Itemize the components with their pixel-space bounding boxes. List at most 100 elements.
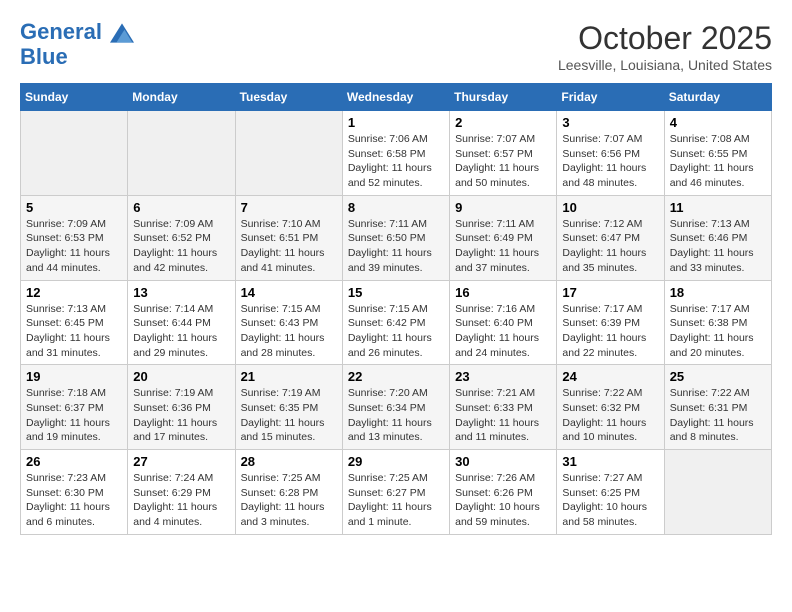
day-number: 20 — [133, 369, 229, 384]
calendar-week-3: 12 Sunrise: 7:13 AM Sunset: 6:45 PM Dayli… — [21, 280, 772, 365]
day-info: Sunrise: 7:10 AM Sunset: 6:51 PM Dayligh… — [241, 217, 337, 276]
calendar-cell — [21, 111, 128, 196]
day-info: Sunrise: 7:17 AM Sunset: 6:38 PM Dayligh… — [670, 302, 766, 361]
logo-icon — [110, 21, 134, 45]
day-info: Sunrise: 7:27 AM Sunset: 6:25 PM Dayligh… — [562, 471, 658, 530]
day-number: 3 — [562, 115, 658, 130]
day-number: 21 — [241, 369, 337, 384]
day-number: 7 — [241, 200, 337, 215]
day-number: 11 — [670, 200, 766, 215]
calendar-cell: 30 Sunrise: 7:26 AM Sunset: 6:26 PM Dayli… — [450, 450, 557, 535]
calendar-cell: 21 Sunrise: 7:19 AM Sunset: 6:35 PM Dayli… — [235, 365, 342, 450]
day-number: 30 — [455, 454, 551, 469]
calendar-cell: 18 Sunrise: 7:17 AM Sunset: 6:38 PM Dayli… — [664, 280, 771, 365]
day-info: Sunrise: 7:16 AM Sunset: 6:40 PM Dayligh… — [455, 302, 551, 361]
calendar-week-1: 1 Sunrise: 7:06 AM Sunset: 6:58 PM Daylig… — [21, 111, 772, 196]
calendar-cell: 23 Sunrise: 7:21 AM Sunset: 6:33 PM Dayli… — [450, 365, 557, 450]
day-info: Sunrise: 7:07 AM Sunset: 6:56 PM Dayligh… — [562, 132, 658, 191]
calendar-cell: 8Sunrise: 7:11 AM Sunset: 6:50 PM Daylig… — [342, 195, 449, 280]
day-number: 29 — [348, 454, 444, 469]
day-info: Sunrise: 7:12 AM Sunset: 6:47 PM Dayligh… — [562, 217, 658, 276]
calendar-cell: 15 Sunrise: 7:15 AM Sunset: 6:42 PM Dayli… — [342, 280, 449, 365]
calendar-cell: 22Sunrise: 7:20 AM Sunset: 6:34 PM Dayli… — [342, 365, 449, 450]
day-number: 1 — [348, 115, 444, 130]
logo: General Blue — [20, 20, 134, 69]
day-number: 27 — [133, 454, 229, 469]
day-info: Sunrise: 7:22 AM Sunset: 6:31 PM Dayligh… — [670, 386, 766, 445]
calendar-cell: 2 Sunrise: 7:07 AM Sunset: 6:57 PM Daylig… — [450, 111, 557, 196]
calendar-table: SundayMondayTuesdayWednesdayThursdayFrid… — [20, 83, 772, 535]
calendar-week-2: 5 Sunrise: 7:09 AM Sunset: 6:53 PM Daylig… — [21, 195, 772, 280]
day-info: Sunrise: 7:26 AM Sunset: 6:26 PM Dayligh… — [455, 471, 551, 530]
location: Leesville, Louisiana, United States — [558, 57, 772, 73]
column-header-thursday: Thursday — [450, 84, 557, 111]
day-number: 8 — [348, 200, 444, 215]
calendar-week-4: 19Sunrise: 7:18 AM Sunset: 6:37 PM Dayli… — [21, 365, 772, 450]
day-number: 5 — [26, 200, 122, 215]
calendar-cell: 10 Sunrise: 7:12 AM Sunset: 6:47 PM Dayli… — [557, 195, 664, 280]
calendar-cell: 1 Sunrise: 7:06 AM Sunset: 6:58 PM Daylig… — [342, 111, 449, 196]
calendar-cell: 31Sunrise: 7:27 AM Sunset: 6:25 PM Dayli… — [557, 450, 664, 535]
calendar-cell: 12 Sunrise: 7:13 AM Sunset: 6:45 PM Dayli… — [21, 280, 128, 365]
day-info: Sunrise: 7:07 AM Sunset: 6:57 PM Dayligh… — [455, 132, 551, 191]
day-info: Sunrise: 7:25 AM Sunset: 6:27 PM Dayligh… — [348, 471, 444, 530]
day-info: Sunrise: 7:06 AM Sunset: 6:58 PM Dayligh… — [348, 132, 444, 191]
day-number: 18 — [670, 285, 766, 300]
day-number: 26 — [26, 454, 122, 469]
day-info: Sunrise: 7:08 AM Sunset: 6:55 PM Dayligh… — [670, 132, 766, 191]
day-info: Sunrise: 7:13 AM Sunset: 6:46 PM Dayligh… — [670, 217, 766, 276]
day-number: 24 — [562, 369, 658, 384]
day-number: 15 — [348, 285, 444, 300]
day-info: Sunrise: 7:14 AM Sunset: 6:44 PM Dayligh… — [133, 302, 229, 361]
day-info: Sunrise: 7:13 AM Sunset: 6:45 PM Dayligh… — [26, 302, 122, 361]
day-info: Sunrise: 7:23 AM Sunset: 6:30 PM Dayligh… — [26, 471, 122, 530]
title-block: October 2025 Leesville, Louisiana, Unite… — [558, 20, 772, 73]
day-info: Sunrise: 7:09 AM Sunset: 6:52 PM Dayligh… — [133, 217, 229, 276]
day-number: 13 — [133, 285, 229, 300]
calendar-header-row: SundayMondayTuesdayWednesdayThursdayFrid… — [21, 84, 772, 111]
calendar-cell: 13 Sunrise: 7:14 AM Sunset: 6:44 PM Dayli… — [128, 280, 235, 365]
day-number: 6 — [133, 200, 229, 215]
day-number: 14 — [241, 285, 337, 300]
day-number: 2 — [455, 115, 551, 130]
day-number: 12 — [26, 285, 122, 300]
calendar-cell: 14 Sunrise: 7:15 AM Sunset: 6:43 PM Dayli… — [235, 280, 342, 365]
day-info: Sunrise: 7:22 AM Sunset: 6:32 PM Dayligh… — [562, 386, 658, 445]
calendar-cell: 24 Sunrise: 7:22 AM Sunset: 6:32 PM Dayli… — [557, 365, 664, 450]
day-info: Sunrise: 7:15 AM Sunset: 6:42 PM Dayligh… — [348, 302, 444, 361]
day-info: Sunrise: 7:20 AM Sunset: 6:34 PM Dayligh… — [348, 386, 444, 445]
calendar-cell: 9Sunrise: 7:11 AM Sunset: 6:49 PM Daylig… — [450, 195, 557, 280]
logo-text: General — [20, 20, 134, 45]
calendar-cell: 7 Sunrise: 7:10 AM Sunset: 6:51 PM Daylig… — [235, 195, 342, 280]
calendar-week-5: 26 Sunrise: 7:23 AM Sunset: 6:30 PM Dayli… — [21, 450, 772, 535]
calendar-cell: 29 Sunrise: 7:25 AM Sunset: 6:27 PM Dayli… — [342, 450, 449, 535]
calendar-cell: 11 Sunrise: 7:13 AM Sunset: 6:46 PM Dayli… — [664, 195, 771, 280]
day-number: 17 — [562, 285, 658, 300]
page-header: General Blue October 2025 Leesville, Lou… — [20, 20, 772, 73]
column-header-tuesday: Tuesday — [235, 84, 342, 111]
calendar-cell: 17 Sunrise: 7:17 AM Sunset: 6:39 PM Dayli… — [557, 280, 664, 365]
day-info: Sunrise: 7:17 AM Sunset: 6:39 PM Dayligh… — [562, 302, 658, 361]
column-header-sunday: Sunday — [21, 84, 128, 111]
day-number: 4 — [670, 115, 766, 130]
day-info: Sunrise: 7:15 AM Sunset: 6:43 PM Dayligh… — [241, 302, 337, 361]
day-info: Sunrise: 7:19 AM Sunset: 6:35 PM Dayligh… — [241, 386, 337, 445]
calendar-cell: 28Sunrise: 7:25 AM Sunset: 6:28 PM Dayli… — [235, 450, 342, 535]
calendar-cell: 26 Sunrise: 7:23 AM Sunset: 6:30 PM Dayli… — [21, 450, 128, 535]
column-header-monday: Monday — [128, 84, 235, 111]
column-header-friday: Friday — [557, 84, 664, 111]
day-number: 25 — [670, 369, 766, 384]
calendar-cell: 25 Sunrise: 7:22 AM Sunset: 6:31 PM Dayli… — [664, 365, 771, 450]
day-info: Sunrise: 7:09 AM Sunset: 6:53 PM Dayligh… — [26, 217, 122, 276]
calendar-cell: 20Sunrise: 7:19 AM Sunset: 6:36 PM Dayli… — [128, 365, 235, 450]
calendar-cell — [664, 450, 771, 535]
column-header-saturday: Saturday — [664, 84, 771, 111]
day-info: Sunrise: 7:21 AM Sunset: 6:33 PM Dayligh… — [455, 386, 551, 445]
day-info: Sunrise: 7:18 AM Sunset: 6:37 PM Dayligh… — [26, 386, 122, 445]
day-number: 23 — [455, 369, 551, 384]
day-number: 10 — [562, 200, 658, 215]
calendar-cell: 16 Sunrise: 7:16 AM Sunset: 6:40 PM Dayli… — [450, 280, 557, 365]
calendar-cell: 6 Sunrise: 7:09 AM Sunset: 6:52 PM Daylig… — [128, 195, 235, 280]
day-number: 16 — [455, 285, 551, 300]
calendar-cell: 3 Sunrise: 7:07 AM Sunset: 6:56 PM Daylig… — [557, 111, 664, 196]
